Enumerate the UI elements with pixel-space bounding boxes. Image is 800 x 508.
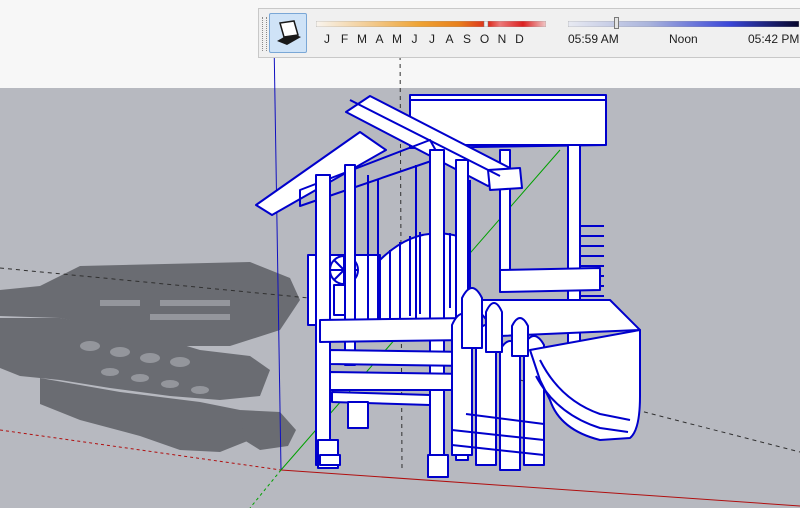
- month-label: A: [375, 32, 384, 46]
- month-label: A: [445, 32, 454, 46]
- modeling-viewport[interactable]: JFMAMJJASOND 05:59 AM Noon 05:42 PM: [0, 0, 800, 508]
- month-label: S: [462, 32, 472, 46]
- month-label: J: [429, 32, 435, 46]
- time-noon-label: Noon: [669, 32, 698, 46]
- model-shadow: [0, 262, 300, 452]
- time-slider-thumb[interactable]: [614, 17, 619, 29]
- month-label: O: [479, 32, 490, 46]
- shadow-display-icon: [277, 20, 301, 45]
- month-slider-track[interactable]: [316, 21, 546, 27]
- time-slider-track[interactable]: [568, 21, 799, 27]
- month-label: M: [392, 32, 402, 46]
- month-label: J: [324, 32, 330, 46]
- month-label: M: [357, 32, 367, 46]
- playground-model[interactable]: [255, 94, 641, 478]
- toolbar-grip-handle[interactable]: [262, 17, 267, 51]
- shadow-toggle-button[interactable]: [269, 13, 307, 53]
- shadow-settings-toolbar: JFMAMJJASOND 05:59 AM Noon 05:42 PM: [258, 8, 800, 58]
- time-end-label: 05:42 PM: [748, 32, 800, 46]
- month-label: D: [515, 32, 524, 46]
- month-label: F: [340, 32, 349, 46]
- time-start-label: 05:59 AM: [568, 32, 619, 46]
- month-label: J: [411, 32, 418, 46]
- month-label: N: [497, 32, 507, 46]
- scene-canvas[interactable]: [0, 0, 800, 508]
